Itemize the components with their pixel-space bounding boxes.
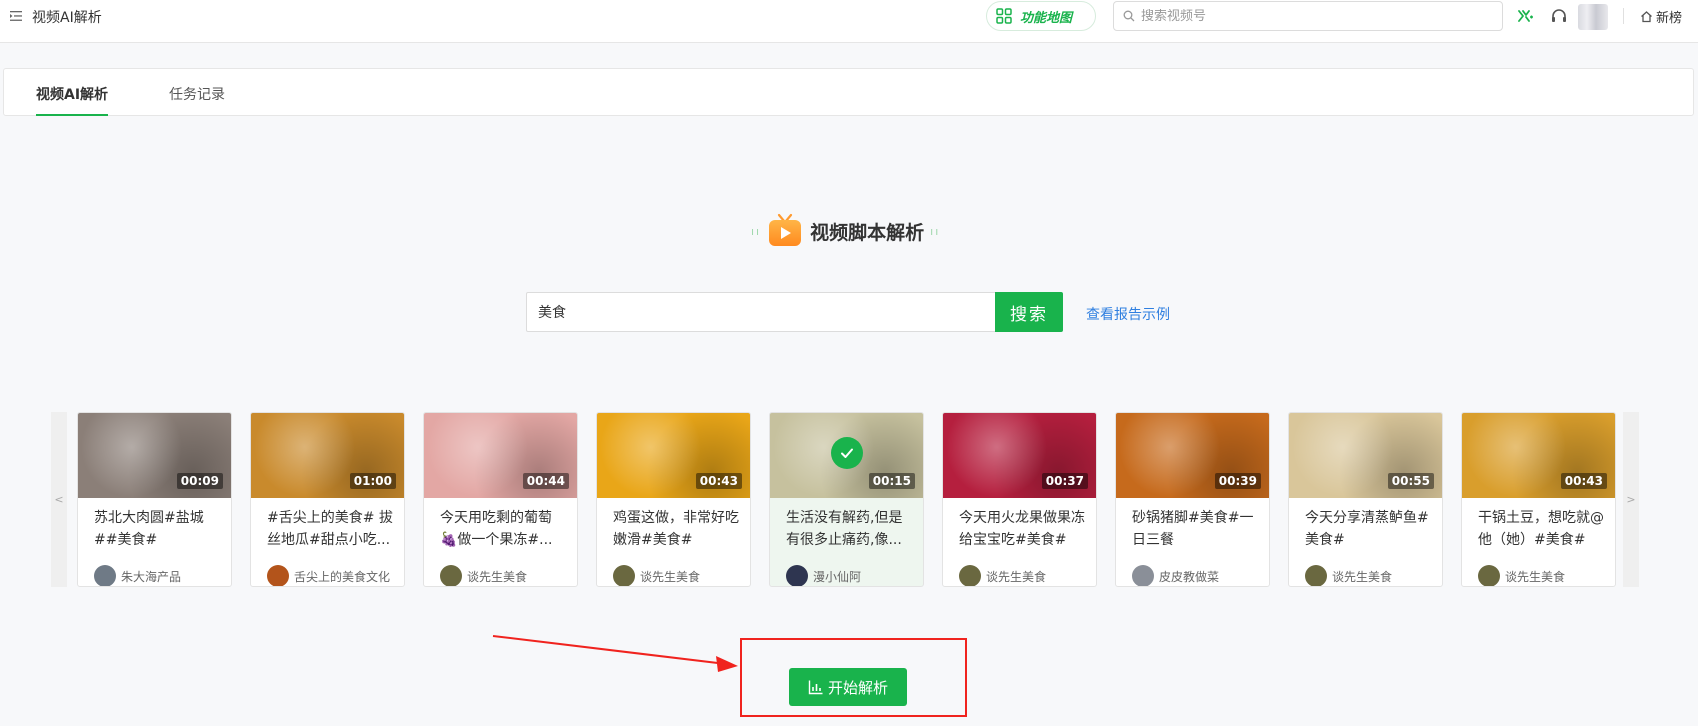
rank-link[interactable]: 新榜 [1640,7,1682,26]
function-map-button[interactable]: 功能地图 [986,1,1096,31]
tv-icon [769,213,802,246]
video-card[interactable]: 00:15 生活没有解药,但是有很多止痛药,像... 漫小仙阿 [769,412,924,587]
video-author: 谈先生美食 [613,565,701,586]
video-card[interactable]: 00:09 苏北大肉圆#盐城##美食# 朱大海产品 [77,412,232,587]
active-tab-indicator [36,114,108,116]
author-name: 皮皮教做菜 [1159,569,1220,584]
decor-dots: ıı [751,224,762,238]
video-search-input[interactable] [1141,8,1481,24]
video-thumbnail: 00:37 [943,413,1096,498]
author-name: 谈先生美食 [640,569,701,584]
author-avatar [959,565,981,586]
author-avatar [440,565,462,586]
author-avatar [613,565,635,586]
author-avatar [1305,565,1327,586]
headset-support-icon[interactable] [1550,7,1568,25]
rank-label: 新榜 [1656,11,1683,26]
video-author: 谈先生美食 [1305,565,1393,586]
video-card[interactable]: 00:37 今天用火龙果做果冻给宝宝吃#美食# 谈先生美食 [942,412,1097,587]
video-card[interactable]: 00:39 砂锅猪脚#美食#一日三餐皮皮教做菜 [1115,412,1270,587]
start-analysis-label: 开始解析 [827,678,888,697]
video-duration: 00:39 [1214,473,1261,489]
video-thumbnail: 00:43 [597,413,750,498]
author-name: 谈先生美食 [1332,569,1393,584]
tab-bar: 视频AI解析 任务记录 [3,68,1694,116]
tab-task-records[interactable]: 任务记录 [169,84,225,104]
video-author: 舌尖上的美食文化 [267,565,391,586]
home-icon [1641,11,1652,23]
video-duration: 00:09 [176,473,223,489]
video-thumbnail: 00:15 [770,413,923,498]
chart-icon [808,680,823,695]
video-title: 干锅土豆，想吃就@他（她）#美食# [1478,510,1604,548]
grid-icon [996,8,1012,24]
video-author: 皮皮教做菜 [1132,565,1220,586]
video-author: 谈先生美食 [959,565,1047,586]
video-thumbnail: 00:39 [1116,413,1269,498]
author-avatar [1478,565,1500,586]
video-thumbnail: 01:00 [251,413,404,498]
video-search-box[interactable] [1113,1,1503,31]
video-duration: 00:15 [868,473,915,489]
video-card[interactable]: 00:44 今天用吃剩的葡萄🍇做一个果冻#... 谈先生美食 [423,412,578,587]
start-analysis-button[interactable]: 开始解析 [789,668,907,706]
divider [1623,8,1624,24]
video-title: 今天用吃剩的葡萄🍇做一个果冻#... [440,510,553,548]
video-title: 今天用火龙果做果冻给宝宝吃#美食# [959,510,1085,548]
video-title: 今天分享清蒸鲈鱼#美食# [1305,510,1429,548]
video-card[interactable]: 00:43 干锅土豆，想吃就@他（她）#美食# 谈先生美食 [1461,412,1616,587]
carousel-prev-button[interactable]: < [51,412,67,587]
tab-video-ai-analysis[interactable]: 视频AI解析 [36,84,108,104]
video-author: 漫小仙阿 [786,565,862,586]
author-name: 谈先生美食 [986,569,1047,584]
top-bar: 视频AI解析 功能地图 新榜 [0,0,1698,43]
author-avatar [267,565,289,586]
function-map-label: 功能地图 [1020,10,1073,26]
video-title: 苏北大肉圆#盐城##美食# [94,510,204,548]
video-card[interactable]: 00:55 今天分享清蒸鲈鱼#美食# 谈先生美食 [1288,412,1443,587]
ai-assistant-icon[interactable] [1517,7,1535,25]
carousel-next-button[interactable]: > [1623,412,1639,587]
section-title: 视频脚本解析 [810,221,925,244]
author-name: 谈先生美食 [467,569,528,584]
author-name: 漫小仙阿 [813,569,862,584]
author-avatar [94,565,116,586]
video-title: #舌尖上的美食# 拔丝地瓜#甜点小吃... [267,510,393,548]
menu-collapse-icon[interactable] [10,10,22,22]
keyword-search-input[interactable] [527,293,995,331]
video-card[interactable]: 00:43 鸡蛋这做，非常好吃嫩滑#美食# 谈先生美食 [596,412,751,587]
search-button[interactable]: 搜索 [995,292,1063,332]
section-heading: ıı 视频脚本解析 ıı [745,213,946,249]
video-author: 谈先生美食 [1478,565,1566,586]
video-duration: 00:44 [522,473,569,489]
author-avatar [786,565,808,586]
author-name: 舌尖上的美食文化 [294,569,391,584]
video-card[interactable]: 01:00 #舌尖上的美食# 拔丝地瓜#甜点小吃... 舌尖上的美食文化 [250,412,405,587]
author-avatar [1132,565,1154,586]
video-author: 谈先生美食 [440,565,528,586]
video-duration: 00:43 [1560,473,1607,489]
author-name: 朱大海产品 [121,569,182,584]
video-title: 鸡蛋这做，非常好吃嫩滑#美食# [613,510,739,548]
app-title: 视频AI解析 [32,10,102,26]
video-title: 生活没有解药,但是有很多止痛药,像... [786,510,903,548]
keyword-search-box[interactable] [526,292,996,332]
video-duration: 00:43 [695,473,742,489]
video-duration: 00:37 [1041,473,1088,489]
video-thumbnail: 00:44 [424,413,577,498]
view-report-example-link[interactable]: 查看报告示例 [1086,304,1170,324]
author-name: 谈先生美食 [1505,569,1566,584]
user-avatar[interactable] [1578,4,1608,30]
selected-check-icon [831,437,863,469]
video-duration: 01:00 [349,473,396,489]
video-duration: 00:55 [1387,473,1434,489]
video-author: 朱大海产品 [94,565,182,586]
video-thumbnail: 00:09 [78,413,231,498]
search-icon [1123,10,1135,22]
video-thumbnail: 00:55 [1289,413,1442,498]
video-title: 砂锅猪脚#美食#一日三餐 [1132,510,1254,548]
video-thumbnail: 00:43 [1462,413,1615,498]
decor-dots: ıı [930,224,941,238]
